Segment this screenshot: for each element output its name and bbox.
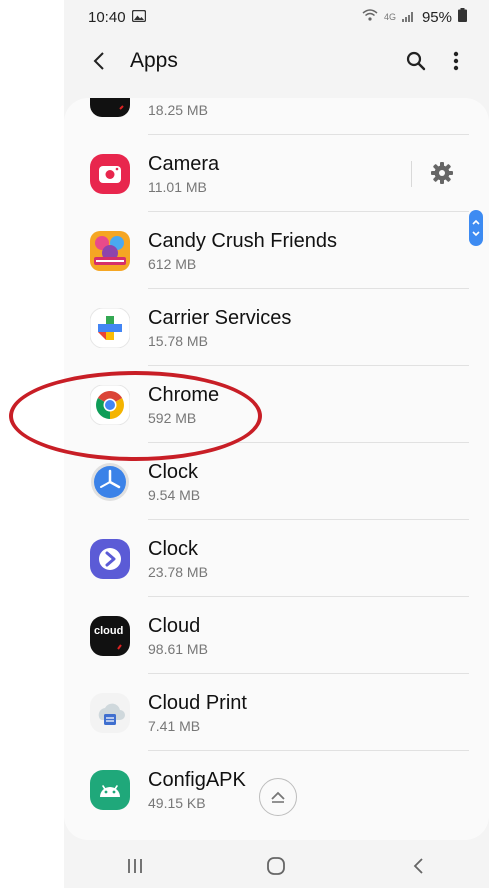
app-size: 612 MB — [148, 256, 197, 272]
candy-crush-friends-icon — [90, 231, 130, 271]
app-size: 49.15 KB — [148, 795, 206, 811]
app-size: 18.25 MB — [148, 102, 208, 118]
app-size: 98.61 MB — [148, 641, 208, 657]
app-row-candy-crush-friends[interactable]: Candy Crush Friends 612 MB — [64, 212, 489, 289]
app-size: 592 MB — [148, 410, 197, 426]
network-type: 4G — [383, 12, 396, 22]
search-icon — [406, 51, 426, 71]
scroll-to-top-button[interactable] — [259, 778, 297, 816]
recents-icon — [127, 859, 142, 873]
recent-apps-button[interactable] — [105, 846, 165, 886]
app-size: 11.01 MB — [148, 179, 207, 195]
app-size: 9.54 MB — [148, 487, 201, 503]
chevron-left-icon — [93, 52, 104, 70]
app-row[interactable]: 18.25 MB — [64, 98, 489, 135]
app-row-carrier-services[interactable]: Carrier Services 15.78 MB — [64, 289, 489, 366]
signal-icon — [401, 9, 416, 26]
app-row-cloud-print[interactable]: Cloud Print 7.41 MB — [64, 674, 489, 751]
gear-icon — [431, 162, 453, 184]
android-icon — [90, 770, 130, 810]
app-row-clock-2[interactable]: Clock 23.78 MB — [64, 520, 489, 597]
app-name: Carrier Services — [148, 307, 292, 329]
home-button[interactable] — [246, 846, 306, 886]
battery-icon — [458, 8, 467, 26]
app-name: Cloud Print — [148, 692, 247, 714]
search-button[interactable] — [401, 46, 431, 76]
status-time: 10:40 — [88, 8, 126, 26]
clock-icon — [90, 462, 130, 502]
battery-level: 95% — [421, 8, 452, 26]
app-name: Cloud — [148, 615, 201, 637]
more-options-button[interactable] — [441, 46, 471, 76]
home-icon — [267, 857, 286, 875]
apps-list[interactable]: 18.25 MB Camera 11.01 MB Candy Crush Fri… — [64, 98, 489, 840]
app-settings-button[interactable] — [428, 159, 456, 187]
app-row-chrome[interactable]: Chrome 592 MB — [64, 366, 489, 443]
fast-scroll-thumb[interactable] — [469, 210, 483, 246]
more-vertical-icon — [453, 51, 459, 71]
settings-separator — [411, 161, 412, 187]
wifi-icon — [362, 8, 378, 26]
back-button[interactable] — [84, 46, 114, 76]
clock-play-icon — [90, 539, 130, 579]
red-dot-app-icon — [90, 98, 130, 117]
app-size: 7.41 MB — [148, 718, 201, 734]
app-size: 23.78 MB — [148, 564, 208, 580]
nav-back-button[interactable] — [388, 846, 448, 886]
app-bar: Apps — [64, 34, 489, 88]
camera-icon — [90, 154, 130, 194]
cloud-icon: cloud — [90, 616, 130, 656]
cloud-print-icon — [90, 693, 130, 733]
carrier-services-icon — [89, 307, 131, 349]
chrome-icon — [89, 384, 131, 426]
page-title: Apps — [130, 49, 178, 72]
screen: 10:40 4G 95% Apps 18.25 MB Camera 11.01 … — [64, 0, 489, 888]
app-row-cloud[interactable]: cloud Cloud 98.61 MB — [64, 597, 489, 674]
chevron-up-down-icon — [472, 219, 480, 237]
back-icon — [413, 858, 423, 874]
app-name: Chrome — [148, 384, 220, 406]
app-name: Clock — [148, 538, 199, 560]
app-size: 15.78 MB — [148, 333, 208, 349]
status-bar: 10:40 4G 95% — [64, 0, 489, 34]
chevron-up-icon — [271, 791, 285, 803]
app-name: ConfigAPK — [148, 769, 246, 791]
app-name: Clock — [148, 461, 199, 483]
app-name: Camera — [148, 153, 220, 175]
app-row-clock[interactable]: Clock 9.54 MB — [64, 443, 489, 520]
app-row-camera[interactable]: Camera 11.01 MB — [64, 135, 489, 212]
gallery-notification-icon — [131, 9, 146, 26]
navigation-bar — [64, 844, 489, 888]
app-name: Candy Crush Friends — [148, 230, 337, 252]
